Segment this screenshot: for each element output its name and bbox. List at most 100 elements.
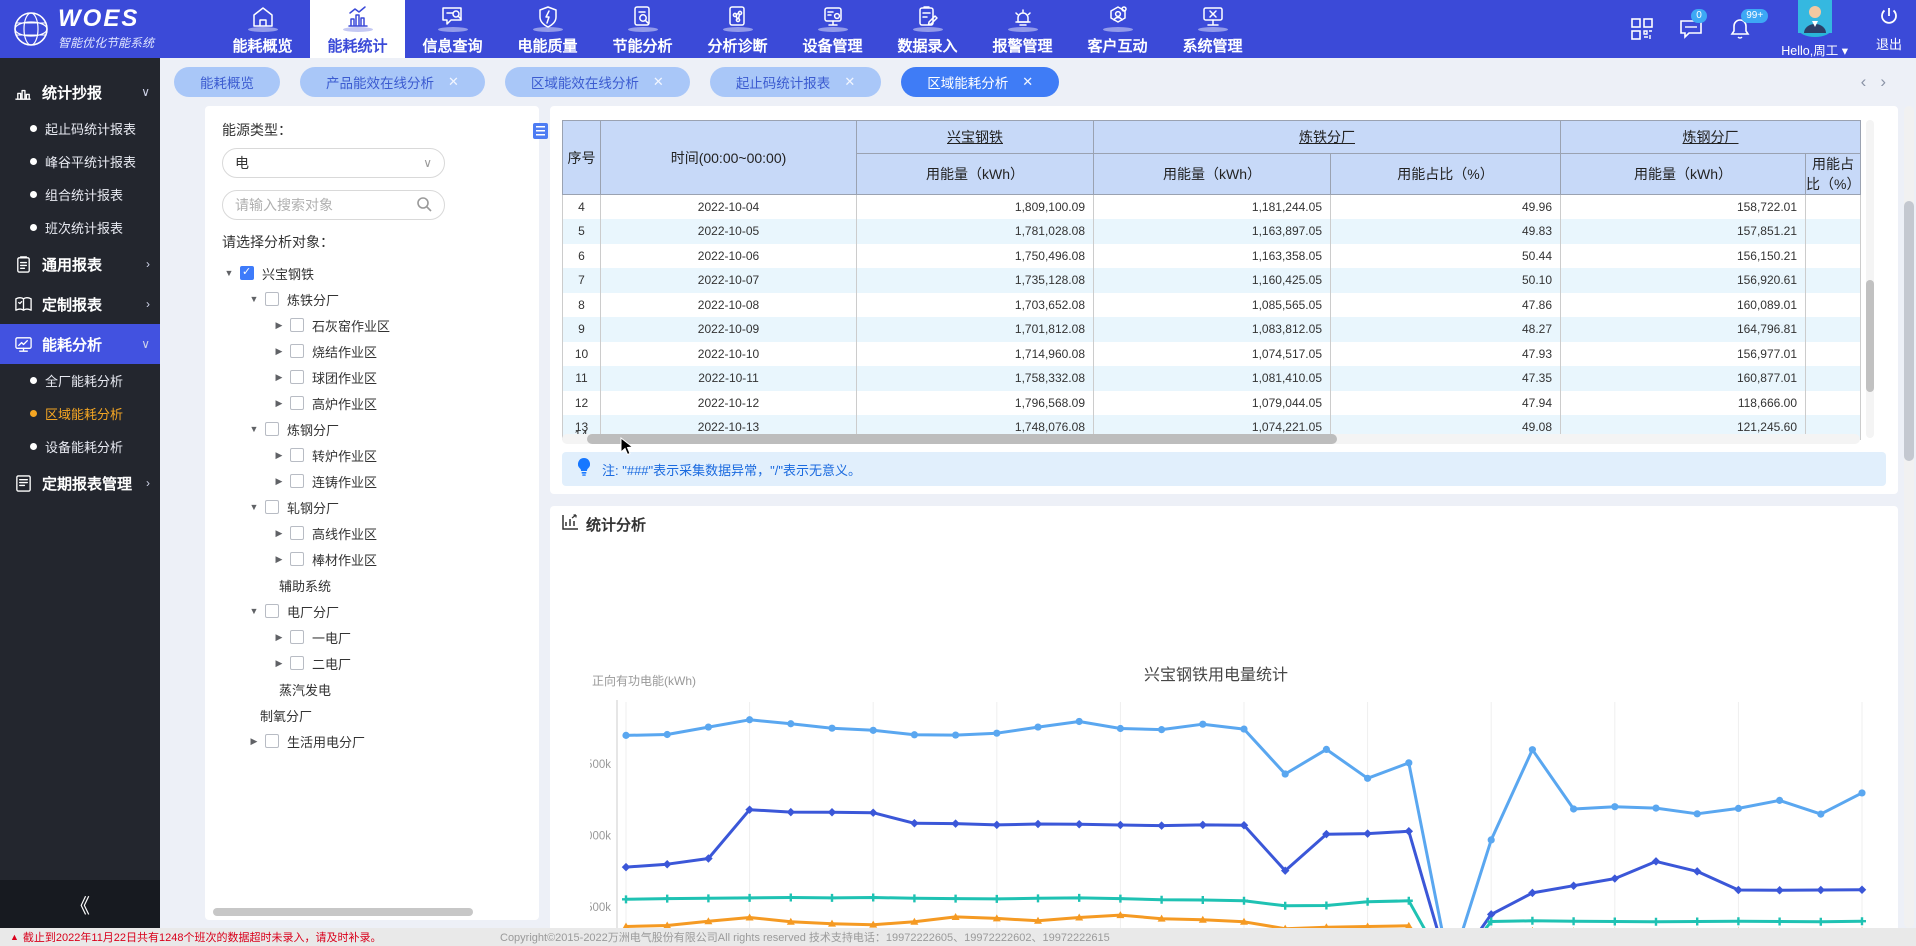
tree-node-label[interactable]: 烧结作业区 bbox=[312, 342, 377, 361]
search-icon[interactable] bbox=[416, 196, 432, 215]
tree-checkbox[interactable] bbox=[265, 734, 279, 748]
tree-node-label[interactable]: 制氧分厂 bbox=[260, 706, 312, 725]
sidebar-item-起止码统计报表[interactable]: 起止码统计报表 bbox=[0, 112, 160, 145]
page-scroll-thumb[interactable] bbox=[1904, 201, 1914, 461]
nav-item-8[interactable]: 数据录入 bbox=[880, 0, 975, 58]
tree-node-炼铁分厂[interactable]: ▼ 炼铁分厂 bbox=[222, 286, 539, 312]
tab-能耗概览[interactable]: 能耗概览 bbox=[174, 67, 280, 97]
hscroll-thumb[interactable] bbox=[587, 434, 1337, 444]
sidebar-section-3[interactable]: 定制报表› bbox=[0, 284, 160, 324]
energy-type-select[interactable]: 电 ∨ bbox=[222, 148, 445, 178]
tree-node-label[interactable]: 球团作业区 bbox=[312, 368, 377, 387]
tree-node-蒸汽发电[interactable]: 蒸汽发电 bbox=[222, 676, 539, 702]
nav-item-4[interactable]: 电能质量 bbox=[500, 0, 595, 58]
tree-node-连铸作业区[interactable]: ▶连铸作业区 bbox=[222, 468, 539, 494]
close-icon[interactable]: ✕ bbox=[1022, 74, 1033, 90]
sidebar-item-峰谷平统计报表[interactable]: 峰谷平统计报表 bbox=[0, 145, 160, 178]
tree-node-label[interactable]: 炼铁分厂 bbox=[287, 290, 339, 309]
table-row-4[interactable]: 42022-10-041,809,100.091,181,244.0549.96… bbox=[563, 195, 1861, 220]
tree-node-炼钢分厂[interactable]: ▼ 炼钢分厂 bbox=[222, 416, 539, 442]
tree-checkbox[interactable] bbox=[290, 656, 304, 670]
tree-node-辅助系统[interactable]: 辅助系统 bbox=[222, 572, 539, 598]
tree-node-label[interactable]: 棒材作业区 bbox=[312, 550, 377, 569]
tab-区域能效在线分析[interactable]: 区域能效在线分析✕ bbox=[505, 67, 690, 97]
sidebar-item-班次统计报表[interactable]: 班次统计报表 bbox=[0, 211, 160, 244]
tree-node-二电厂[interactable]: ▶ 二电厂 bbox=[222, 650, 539, 676]
tree-checkbox[interactable] bbox=[265, 422, 279, 436]
close-icon[interactable]: ✕ bbox=[653, 74, 664, 90]
nav-item-5[interactable]: 节能分析 bbox=[595, 0, 690, 58]
tab-scroll-arrows[interactable]: ‹› bbox=[1861, 72, 1916, 92]
sidebar-item-设备能耗分析[interactable]: 设备能耗分析 bbox=[0, 430, 160, 463]
group-link[interactable]: 兴宝钢铁 bbox=[947, 129, 1003, 145]
tree-node-电厂分厂[interactable]: ▼电厂分厂 bbox=[222, 598, 539, 624]
nav-item-10[interactable]: 客户互动 bbox=[1070, 0, 1165, 58]
tree-expander-icon[interactable]: ▶ bbox=[273, 528, 285, 539]
tree-node-转炉作业区[interactable]: ▶ 转炉作业区 bbox=[222, 442, 539, 468]
tree-node-label[interactable]: 高炉作业区 bbox=[312, 394, 377, 413]
nav-item-9[interactable]: 报警管理 bbox=[975, 0, 1070, 58]
sidebar-section-5[interactable]: 定期报表管理› bbox=[0, 463, 160, 503]
bell-icon[interactable]: 99+ bbox=[1729, 18, 1751, 40]
logout-button[interactable]: 退出 bbox=[1876, 6, 1902, 53]
tree-expander-icon[interactable]: ▶ bbox=[273, 372, 285, 383]
sidebar-section-1[interactable]: 统计抄报∨ bbox=[0, 72, 160, 112]
tree-expander-icon[interactable]: ▼ bbox=[248, 424, 260, 434]
nav-item-1[interactable]: 能耗概览 bbox=[215, 0, 310, 58]
tab-产品能效在线分析[interactable]: 产品能效在线分析✕ bbox=[300, 67, 485, 97]
tree-expander-icon[interactable]: ▼ bbox=[248, 294, 260, 304]
sidebar-section-4[interactable]: 能耗分析∨ bbox=[0, 324, 160, 364]
tree-expander-icon[interactable]: ▶ bbox=[273, 632, 285, 643]
tree-node-label[interactable]: 辅助系统 bbox=[279, 576, 331, 595]
tree-node-label[interactable]: 兴宝钢铁 bbox=[262, 264, 314, 283]
tree-node-label[interactable]: 转炉作业区 bbox=[312, 446, 377, 465]
table-row-8[interactable]: 82022-10-081,703,652.081,085,565.0547.86… bbox=[563, 293, 1861, 318]
tree-checkbox[interactable] bbox=[265, 500, 279, 514]
tab-起止码统计报表[interactable]: 起止码统计报表✕ bbox=[710, 67, 881, 97]
tree-expander-icon[interactable]: ▶ bbox=[273, 450, 285, 461]
tree-node-label[interactable]: 二电厂 bbox=[312, 654, 351, 673]
tree-node-球团作业区[interactable]: ▶ 球团作业区 bbox=[222, 364, 539, 390]
tree-checkbox[interactable] bbox=[240, 266, 254, 280]
tree-node-石灰窑作业区[interactable]: ▶石灰窑作业区 bbox=[222, 312, 539, 338]
user-menu[interactable]: Hello,周工 ▾ bbox=[1781, 0, 1848, 59]
sidebar-item-区域能耗分析[interactable]: 区域能耗分析 bbox=[0, 397, 160, 430]
tree-node-label[interactable]: 电厂分厂 bbox=[287, 602, 339, 621]
sidebar-section-2[interactable]: 通用报表› bbox=[0, 244, 160, 284]
qr-code-icon[interactable] bbox=[1631, 18, 1653, 40]
close-icon[interactable]: ✕ bbox=[448, 74, 459, 90]
tree-node-label[interactable]: 一电厂 bbox=[312, 628, 351, 647]
tree-checkbox[interactable] bbox=[290, 526, 304, 540]
user-greeting[interactable]: Hello,周工 ▾ bbox=[1781, 40, 1848, 59]
table-row-7[interactable]: 72022-10-071,735,128.081,160,425.0550.10… bbox=[563, 268, 1861, 293]
tree-node-兴宝钢铁[interactable]: ▼ 兴宝钢铁 bbox=[222, 260, 539, 286]
tree-checkbox[interactable] bbox=[290, 630, 304, 644]
sidebar-item-全厂能耗分析[interactable]: 全厂能耗分析 bbox=[0, 364, 160, 397]
tree-node-label[interactable]: 炼钢分厂 bbox=[287, 420, 339, 439]
nav-item-2[interactable]: 能耗统计 bbox=[310, 0, 405, 58]
tree-expander-icon[interactable]: ▶ bbox=[273, 658, 285, 669]
object-search-input[interactable] bbox=[235, 197, 416, 213]
nav-item-3[interactable]: 信息查询 bbox=[405, 0, 500, 58]
tree-node-label[interactable]: 轧钢分厂 bbox=[287, 498, 339, 517]
tree-expander-icon[interactable]: ▼ bbox=[223, 268, 235, 278]
tree-checkbox[interactable] bbox=[290, 318, 304, 332]
tree-expander-icon[interactable]: ▼ bbox=[248, 502, 260, 512]
tree-checkbox[interactable] bbox=[290, 396, 304, 410]
tree-checkbox[interactable] bbox=[265, 604, 279, 618]
tree-checkbox[interactable] bbox=[290, 344, 304, 358]
tree-checkbox[interactable] bbox=[290, 370, 304, 384]
tree-node-制氧分厂[interactable]: 制氧分厂 bbox=[222, 702, 539, 728]
tree-node-label[interactable]: 高线作业区 bbox=[312, 524, 377, 543]
tree-checkbox[interactable] bbox=[290, 474, 304, 488]
tree-node-label[interactable]: 生活用电分厂 bbox=[287, 732, 365, 751]
tree-checkbox[interactable] bbox=[290, 552, 304, 566]
tree-expander-icon[interactable]: ▶ bbox=[273, 346, 285, 357]
nav-item-6[interactable]: 分析诊断 bbox=[690, 0, 785, 58]
table-row-10[interactable]: 102022-10-101,714,960.081,074,517.0547.9… bbox=[563, 342, 1861, 367]
panel-collapse-icon[interactable] bbox=[533, 123, 548, 139]
vscroll-thumb[interactable] bbox=[1866, 280, 1874, 392]
table-row-12[interactable]: 122022-10-121,796,568.091,079,044.0547.9… bbox=[563, 391, 1861, 416]
table-row-9[interactable]: 92022-10-091,701,812.081,083,812.0548.27… bbox=[563, 317, 1861, 342]
nav-item-11[interactable]: 系统管理 bbox=[1165, 0, 1260, 58]
